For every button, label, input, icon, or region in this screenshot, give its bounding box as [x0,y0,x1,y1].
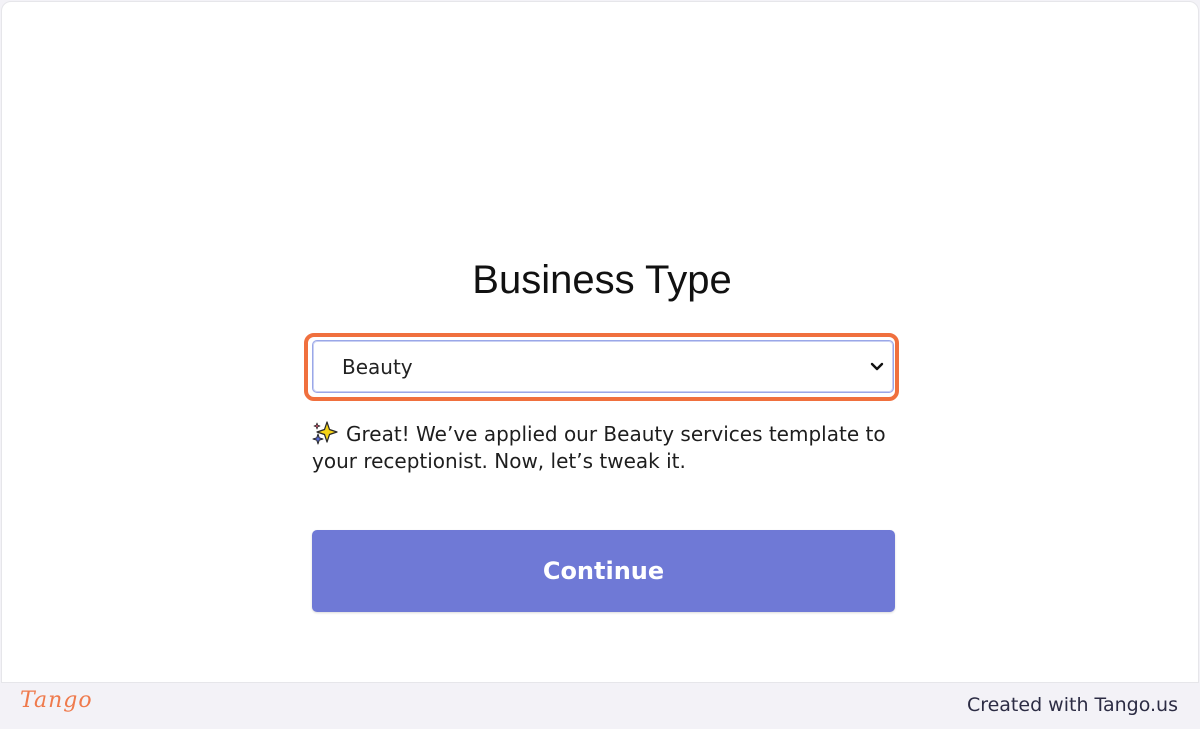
select-value: Beauty [342,355,413,379]
note-text: Great! We’ve applied our Beauty services… [312,422,886,473]
continue-button[interactable]: Continue [312,530,895,612]
tango-logo[interactable]: Tango [20,688,93,713]
chevron-down-icon [870,362,884,371]
footer-bar: Tango Created with Tango.us [0,684,1200,729]
business-type-select[interactable]: Beauty [312,340,894,393]
sparkles-icon [312,421,338,445]
page-title: Business Type [472,258,732,302]
template-applied-note: Great! We’ve applied our Beauty services… [312,420,912,475]
app-screen: Business Type Beauty Great! We’ve applie… [1,1,1199,683]
footer-credit-link[interactable]: Created with Tango.us [967,694,1178,716]
